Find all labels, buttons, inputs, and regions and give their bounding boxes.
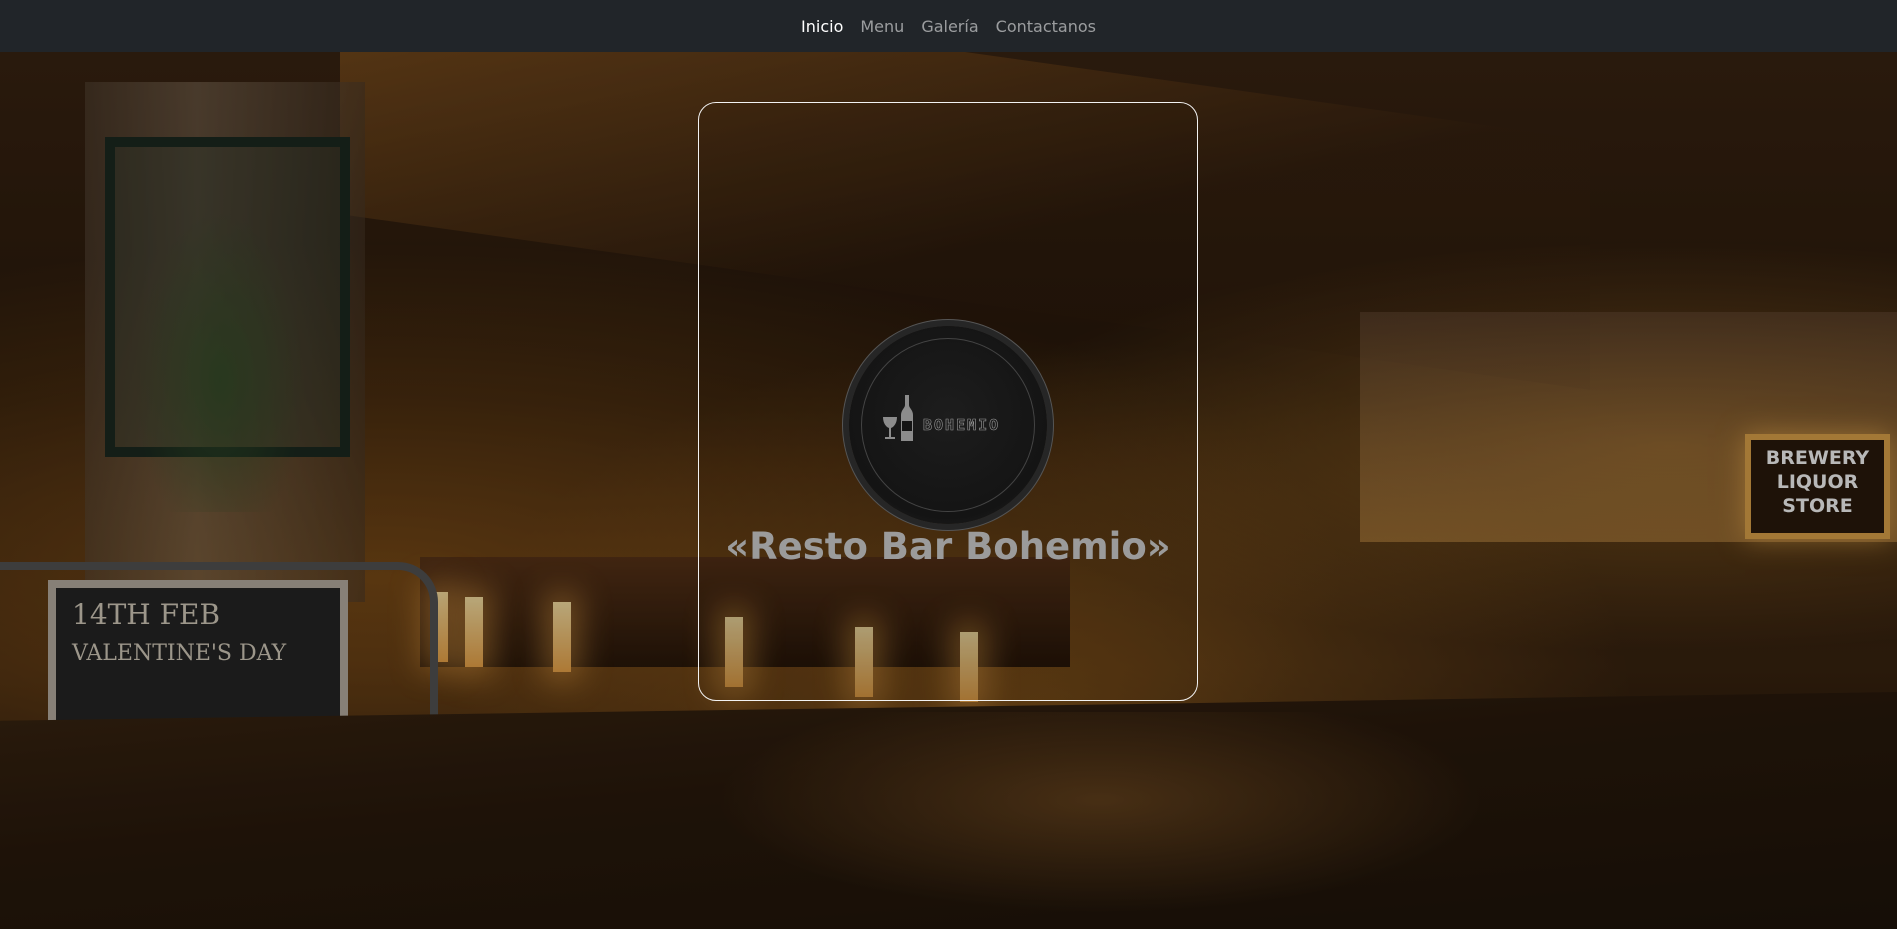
logo-text: BOHEMIO <box>923 416 1001 435</box>
nav-link-inicio[interactable]: Inicio <box>801 17 843 36</box>
bohemio-logo: BOHEMIO <box>849 326 1047 524</box>
nav-link-contactanos[interactable]: Contactanos <box>996 17 1096 36</box>
hero-title: «Resto Bar Bohemio» <box>725 525 1171 568</box>
nav-link-galeria[interactable]: Galería <box>921 17 978 36</box>
wine-bottle-glass-icon <box>883 395 913 441</box>
hero-section: BREWERY LIQUOR STORE 14TH FEB VALENTINE'… <box>0 52 1897 929</box>
nav-link-menu[interactable]: Menu <box>860 17 904 36</box>
top-navbar: Inicio Menu Galería Contactanos <box>0 0 1897 52</box>
